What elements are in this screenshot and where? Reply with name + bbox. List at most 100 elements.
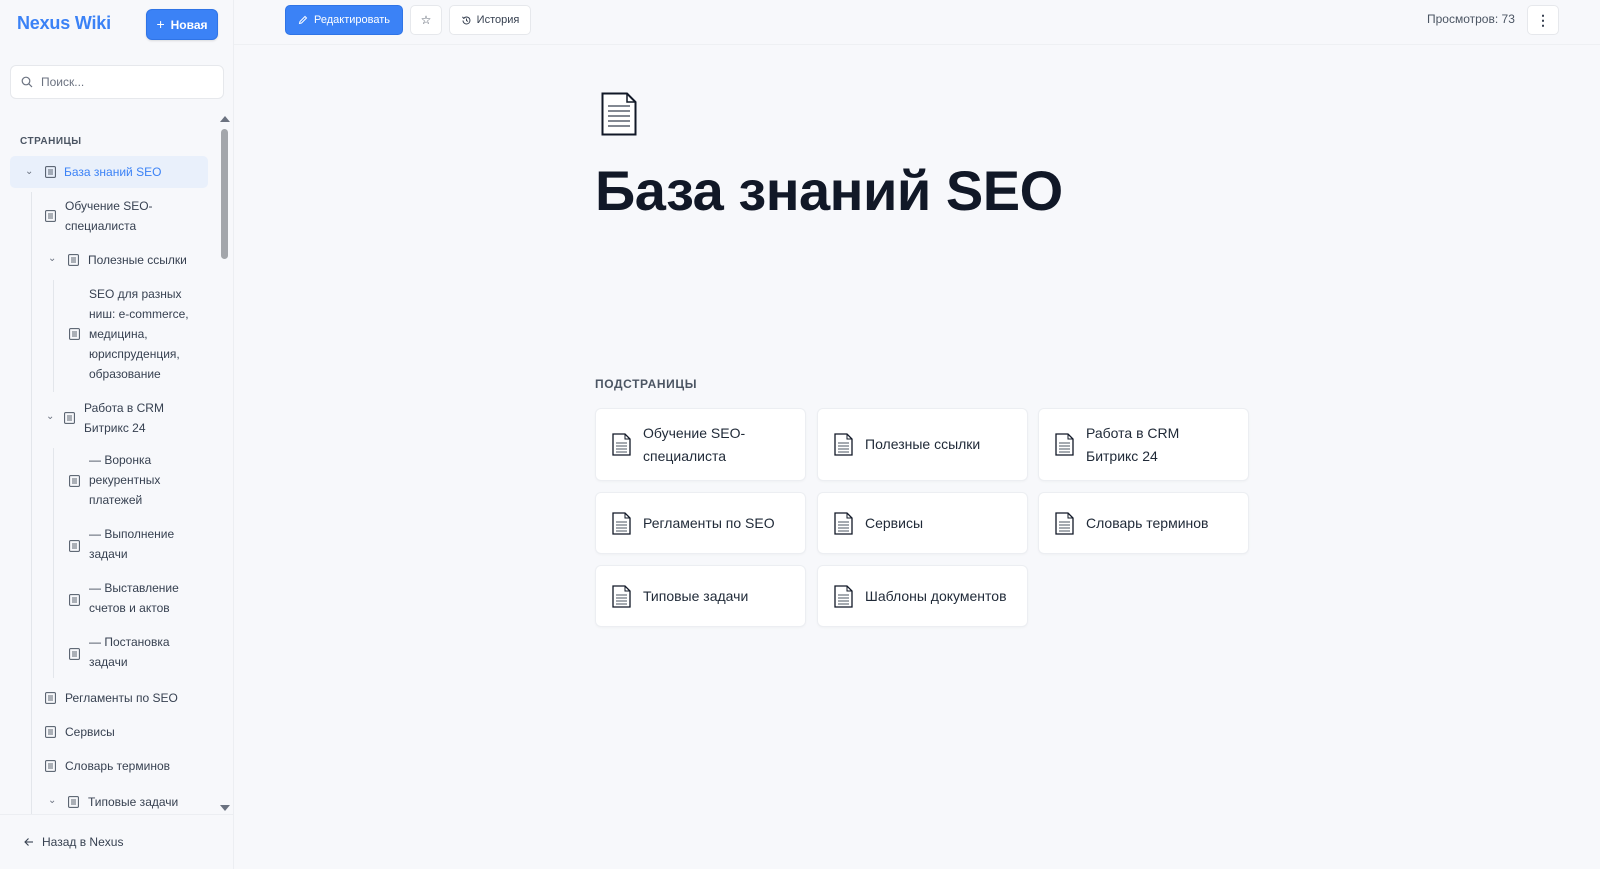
subpage-card[interactable]: Типовые задачи (595, 565, 806, 627)
document-icon (612, 584, 631, 608)
star-icon: ☆ (420, 13, 432, 27)
new-page-button-label: Новая (170, 17, 208, 32)
scroll-down-arrow[interactable] (220, 805, 230, 811)
document-icon (68, 254, 79, 266)
document-icon (612, 433, 631, 456)
tree-item-label: Работа в CRM Битрикс 24 (84, 401, 164, 435)
back-link-label: Назад в Nexus (42, 835, 124, 849)
subpage-card[interactable]: Регламенты по SEO (595, 492, 806, 554)
page-title: База знаний SEO (595, 159, 1063, 222)
document-icon (69, 594, 80, 606)
search-box (10, 65, 224, 99)
section-label: СТРАНИЦЫ (20, 136, 82, 147)
history-button-label: История (476, 14, 520, 26)
more-options-button[interactable]: ⋮ (1527, 5, 1559, 35)
tree-item-seo-niches[interactable]: SEO для разных ниш: e-commerce, медицина… (58, 284, 208, 384)
chevron-down-icon: ⌄ (48, 253, 57, 264)
document-icon (1055, 511, 1074, 535)
subpage-card-label: Шаблоны документов (865, 587, 1007, 604)
subpage-card[interactable]: Шаблоны документов (817, 565, 1028, 627)
tree-item-services[interactable]: Сервисы (36, 720, 206, 744)
document-icon (612, 511, 631, 535)
document-icon (834, 433, 853, 456)
subpage-card-label: Словарь терминов (1086, 514, 1209, 531)
tree-item-label: Регламенты по SEO (65, 691, 178, 705)
tree-item-label: — Постановка задачи (89, 635, 170, 669)
tree-item-label: — Выполнение задачи (89, 527, 175, 561)
subpages-label: ПОДСТРАНИЦЫ (595, 377, 698, 391)
chevron-down-icon: ⌄ (25, 166, 34, 177)
document-icon (1055, 433, 1074, 456)
brand-logo[interactable]: Nexus Wiki (17, 13, 111, 34)
document-icon (834, 584, 853, 608)
subpage-card-label: Регламенты по SEO (643, 514, 775, 531)
tree-item-label: База знаний SEO (64, 165, 162, 179)
tree-item-task-execution[interactable]: — Выполнение задачи (58, 524, 208, 568)
history-button[interactable]: История (449, 5, 531, 35)
document-icon (69, 475, 80, 487)
tree-item-seo-regulations[interactable]: Регламенты по SEO (36, 686, 206, 710)
subpage-card-label: Сервисы (865, 514, 924, 531)
tree-item-typical-tasks[interactable]: ⌄ Типовые задачи (36, 790, 206, 814)
subpage-card-label: Обучение SEO-специалиста (643, 424, 746, 464)
brand-row: Nexus Wiki + Новая (0, 0, 234, 50)
tree-item-label: — Выставление счетов и актов (89, 581, 179, 615)
search-icon (21, 76, 33, 88)
document-icon (45, 210, 56, 222)
tree-guide (31, 192, 32, 814)
tree-item-label: — Воронка рекурентных платежей (89, 453, 161, 507)
tree-item-glossary[interactable]: Словарь терминов (36, 754, 206, 778)
pencil-icon (298, 15, 308, 25)
tree-guide (53, 280, 54, 392)
chevron-down-icon: ⌄ (48, 795, 57, 806)
document-icon (45, 726, 56, 738)
scroll-up-arrow[interactable] (220, 116, 230, 122)
subpage-card[interactable]: Работа в CRM Битрикс 24 (1038, 408, 1249, 481)
subpage-card[interactable]: Полезные ссылки (817, 408, 1028, 481)
edit-button-label: Редактировать (314, 14, 390, 26)
tree-item-crm-bitrix[interactable]: ⌄ Работа в CRM Битрикс 24 (36, 396, 206, 440)
back-to-nexus-link[interactable]: Назад в Nexus (0, 814, 234, 869)
view-count: Просмотров: 73 (1427, 12, 1515, 26)
search-input[interactable] (41, 75, 201, 89)
tree-item-task-setting[interactable]: — Постановка задачи (58, 632, 208, 676)
subpage-card[interactable]: Сервисы (817, 492, 1028, 554)
sidebar: Nexus Wiki + Новая СТРАНИЦЫ ⌄ База знани… (0, 0, 234, 869)
edit-button[interactable]: Редактировать (285, 5, 403, 35)
tree-guide (53, 448, 54, 678)
page-document-icon (601, 92, 637, 136)
chevron-down-icon: ⌄ (46, 411, 55, 422)
more-vertical-icon: ⋮ (1536, 11, 1550, 28)
new-page-button[interactable]: + Новая (146, 9, 218, 40)
scroll-thumb[interactable] (221, 129, 228, 259)
document-icon (45, 760, 56, 772)
document-icon (69, 648, 80, 660)
top-toolbar: Редактировать ☆ История Просмотров: 73 ⋮ (234, 0, 1600, 45)
document-icon (69, 540, 80, 552)
tree-item-label: Полезные ссылки (88, 253, 187, 267)
plus-icon: + (156, 16, 165, 32)
document-icon (45, 692, 56, 704)
subpage-card[interactable]: Словарь терминов (1038, 492, 1249, 554)
subpage-card-label: Типовые задачи (643, 587, 749, 604)
tree-item-seo-knowledge-base[interactable]: ⌄ База знаний SEO (10, 156, 208, 188)
document-icon (64, 412, 75, 424)
tree-item-label: Обучение SEO-специалиста (65, 199, 153, 233)
favorite-button[interactable]: ☆ (410, 5, 442, 35)
subpage-card[interactable]: Обучение SEO-специалиста (595, 408, 806, 481)
subpage-card-label: Работа в CRM Битрикс 24 (1086, 424, 1180, 464)
subpage-card-label: Полезные ссылки (865, 436, 981, 452)
sidebar-scrollbar[interactable] (219, 113, 231, 813)
arrow-left-icon (24, 838, 33, 846)
tree-item-label: SEO для разных ниш: e-commerce, медицина… (89, 287, 189, 381)
tree-item-seo-training[interactable]: Обучение SEO-специалиста (36, 194, 206, 238)
tree-item-label: Словарь терминов (65, 759, 170, 773)
tree-item-useful-links[interactable]: ⌄ Полезные ссылки (36, 248, 206, 272)
document-icon (69, 328, 80, 340)
document-icon (68, 796, 79, 808)
tree-item-invoices[interactable]: — Выставление счетов и актов (58, 578, 208, 622)
tree-item-label: Типовые задачи (88, 795, 179, 809)
tree-item-label: Сервисы (65, 725, 115, 739)
document-icon (834, 511, 853, 535)
tree-item-recurring-payments[interactable]: — Воронка рекурентных платежей (58, 450, 208, 512)
